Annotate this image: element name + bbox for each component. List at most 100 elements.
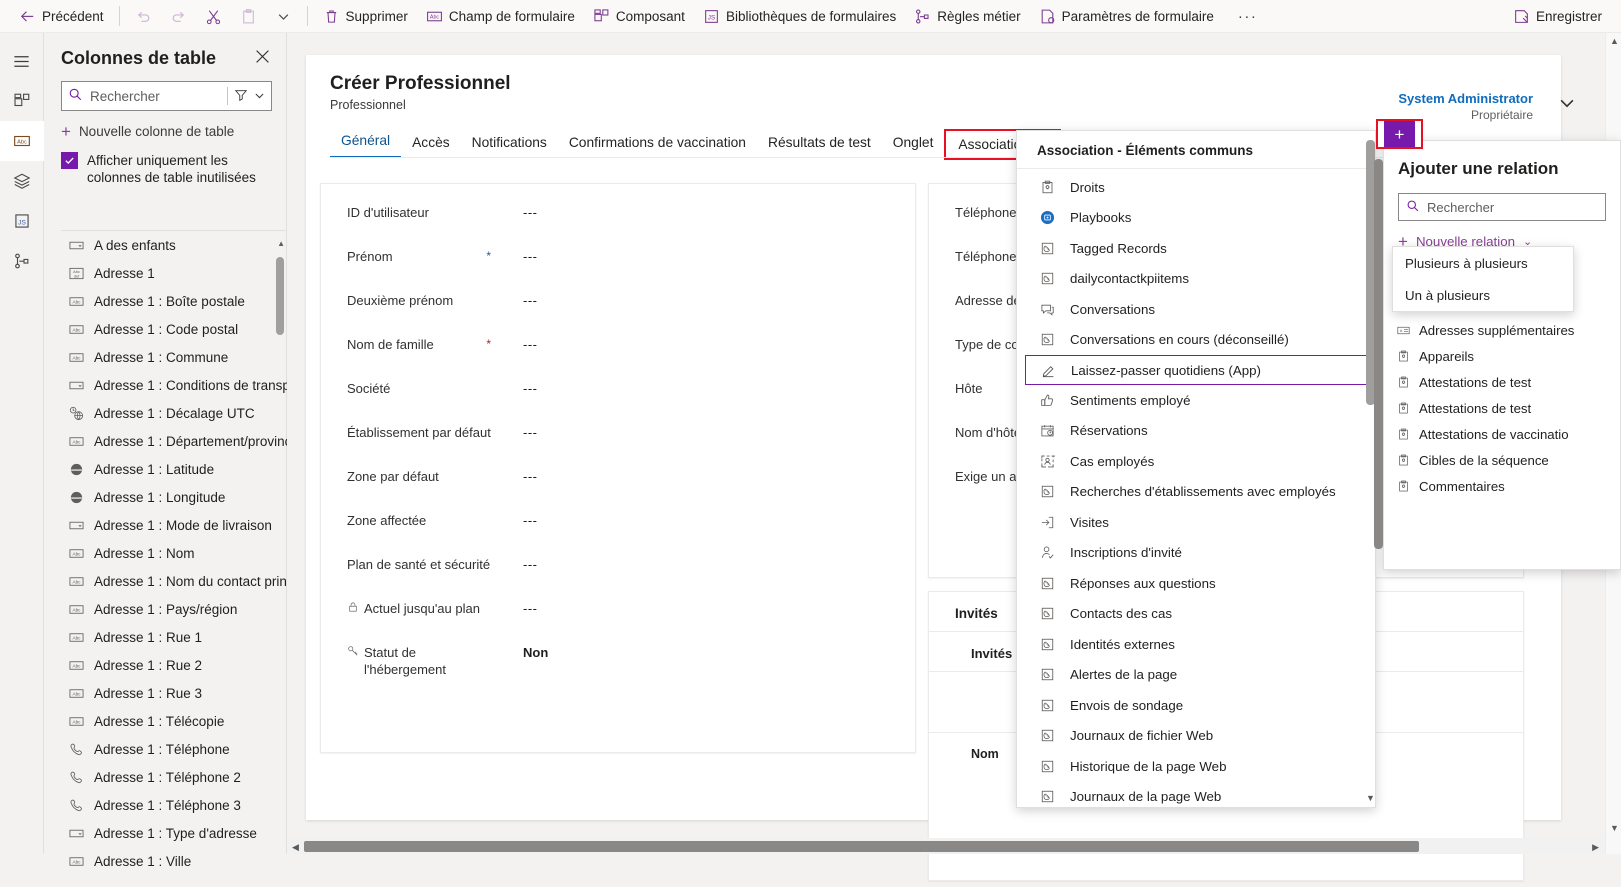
association-item[interactable]: Réponses aux questions bbox=[1017, 568, 1375, 599]
association-item[interactable]: Conversations en cours (déconseillé) bbox=[1017, 325, 1375, 356]
form-field-row[interactable]: Société --- bbox=[321, 378, 915, 422]
redo-button[interactable] bbox=[161, 0, 196, 32]
table-column-item[interactable]: Abc Adresse 1 : Nom du contact princ... bbox=[61, 567, 287, 595]
paste-button[interactable] bbox=[231, 0, 266, 32]
table-column-item[interactable]: Abc Adresse 1 : Ville bbox=[61, 847, 287, 875]
new-relation-menu[interactable]: Plusieurs à plusieurs Un à plusieurs bbox=[1392, 246, 1574, 312]
association-item[interactable]: Visites bbox=[1017, 507, 1375, 538]
script-icon[interactable]: JS bbox=[0, 201, 44, 241]
form-field-row[interactable]: Actuel jusqu'au plan --- bbox=[321, 598, 915, 642]
back-button[interactable]: Précédent bbox=[10, 0, 113, 32]
table-column-item[interactable]: Adresse 1 : Conditions de transport bbox=[61, 371, 287, 399]
add-relation-button[interactable]: + bbox=[1376, 119, 1423, 149]
filter-chevron-down-icon[interactable] bbox=[254, 89, 265, 104]
table-column-item[interactable]: Abc Adresse 1 : Département/province bbox=[61, 427, 287, 455]
form-field-row[interactable]: Statut de l'hébergement Non bbox=[321, 642, 915, 686]
business-rules-button[interactable]: Règles métier bbox=[905, 0, 1029, 32]
relation-item[interactable]: Attestations de test bbox=[1384, 369, 1620, 395]
business-rules-icon[interactable] bbox=[0, 241, 44, 281]
association-item[interactable]: Conversations bbox=[1017, 294, 1375, 325]
association-item[interactable]: Recherches d'établissements avec employé… bbox=[1017, 477, 1375, 508]
table-column-item[interactable]: Abc Adresse 1 : Pays/région bbox=[61, 595, 287, 623]
columns-scrollbar[interactable] bbox=[276, 239, 284, 879]
relation-item[interactable]: A Adresses supplémentaires bbox=[1384, 317, 1620, 343]
table-column-item[interactable]: Adresse 1 : Téléphone 2 bbox=[61, 763, 287, 791]
scroll-up-arrow-icon[interactable]: ▲ bbox=[1610, 36, 1619, 46]
relation-item[interactable]: Commentaires bbox=[1384, 473, 1620, 499]
table-column-item[interactable]: Adresse 1 : Décalage UTC bbox=[61, 399, 287, 427]
overflow-button[interactable]: ··· bbox=[1223, 0, 1273, 32]
form-field-row[interactable]: Deuxième prénom --- bbox=[321, 290, 915, 334]
association-item[interactable]: Identités externes bbox=[1017, 629, 1375, 660]
scrollbar-thumb[interactable] bbox=[304, 841, 1419, 852]
table-column-item[interactable]: Adresse 1 : Type d'adresse bbox=[61, 819, 287, 847]
form-field-row[interactable]: Plan de santé et sécurité --- bbox=[321, 554, 915, 598]
association-item[interactable]: Inscriptions d'invité bbox=[1017, 538, 1375, 569]
table-column-item[interactable]: Adresse 1 : Téléphone 3 bbox=[61, 791, 287, 819]
relation-panel-scrollbar[interactable] bbox=[1374, 151, 1383, 575]
checkbox-checked-icon[interactable] bbox=[61, 152, 78, 169]
table-column-item[interactable]: Adresse 1 : Longitude bbox=[61, 483, 287, 511]
relation-item[interactable]: Attestations de test bbox=[1384, 395, 1620, 421]
association-item[interactable]: Réservations bbox=[1017, 416, 1375, 447]
form-field-row[interactable]: Zone affectée --- bbox=[321, 510, 915, 554]
canvas-horizontal-scrollbar[interactable]: ◀ ▶ bbox=[288, 838, 1605, 854]
association-item[interactable]: dailycontactkpiitems bbox=[1017, 264, 1375, 295]
table-columns-list[interactable]: A des enfants Abc def Adresse 1 Abc Adresse 1… bbox=[61, 230, 287, 887]
table-column-item[interactable]: Adresse 1 : Latitude bbox=[61, 455, 287, 483]
tab-g-n-ral[interactable]: Général bbox=[330, 133, 402, 158]
table-column-item[interactable]: Abc Adresse 1 : Rue 2 bbox=[61, 651, 287, 679]
table-column-item[interactable]: Adresse 1 : Mode de livraison bbox=[61, 511, 287, 539]
chevron-down-icon[interactable] bbox=[1559, 95, 1575, 114]
new-table-column-button[interactable]: + Nouvelle colonne de table bbox=[61, 123, 272, 140]
cut-button[interactable] bbox=[196, 0, 231, 32]
filter-icon[interactable] bbox=[234, 88, 248, 105]
components-icon[interactable] bbox=[0, 81, 44, 121]
association-item[interactable]: Sentiments employé bbox=[1017, 385, 1375, 416]
association-item[interactable]: Droits bbox=[1017, 172, 1375, 203]
paste-options-button[interactable] bbox=[266, 0, 301, 32]
scroll-right-arrow-icon[interactable]: ▶ bbox=[1592, 842, 1599, 853]
relation-item[interactable]: Attestations de vaccinatio bbox=[1384, 421, 1620, 447]
layers-icon[interactable] bbox=[0, 161, 44, 201]
table-column-item[interactable]: Abc Adresse 1 : Commune bbox=[61, 343, 287, 371]
association-item[interactable]: Laissez-passer quotidiens (App) bbox=[1025, 355, 1367, 385]
owner-name[interactable]: System Administrator bbox=[1398, 91, 1533, 106]
table-column-item[interactable]: Abc Adresse 1 : Boîte postale bbox=[61, 287, 287, 315]
association-item[interactable]: Cas employés bbox=[1017, 446, 1375, 477]
table-columns-icon[interactable]: Abc bbox=[0, 121, 44, 161]
tab-confirmations-de-vaccination[interactable]: Confirmations de vaccination bbox=[558, 135, 757, 158]
table-column-item[interactable]: Abc Adresse 1 : Rue 1 bbox=[61, 623, 287, 651]
flyout-scroll-down-arrow-icon[interactable]: ▼ bbox=[1366, 793, 1375, 803]
relation-search-input[interactable]: Rechercher bbox=[1398, 193, 1606, 221]
tab-r-sultats-de-test[interactable]: Résultats de test bbox=[757, 135, 882, 158]
association-items-list[interactable]: Droits Playbooks Tagged Records dailycontac… bbox=[1017, 172, 1375, 807]
table-column-item[interactable]: A des enfants bbox=[61, 231, 287, 259]
table-column-item[interactable]: Abc Adresse 1 : Code postal bbox=[61, 315, 287, 343]
table-column-item[interactable]: Abc def Adresse 1 bbox=[61, 259, 287, 287]
form-field-row[interactable]: Établissement par défaut --- bbox=[321, 422, 915, 466]
component-button[interactable]: Composant bbox=[584, 0, 694, 32]
table-column-item[interactable]: Abc Adresse 1 : Télécopie bbox=[61, 707, 287, 735]
scrollbar-thumb[interactable] bbox=[1374, 159, 1383, 549]
save-button[interactable]: Enregistrer bbox=[1504, 0, 1611, 32]
search-input[interactable]: Rechercher bbox=[61, 81, 272, 111]
close-icon[interactable] bbox=[253, 47, 272, 69]
association-item[interactable]: Alertes de la page bbox=[1017, 660, 1375, 691]
association-item[interactable]: Tagged Records bbox=[1017, 233, 1375, 264]
association-item[interactable]: Historique de la page Web bbox=[1017, 751, 1375, 782]
form-field-row[interactable]: Prénom * --- bbox=[321, 246, 915, 290]
form-settings-button[interactable]: Paramètres de formulaire bbox=[1030, 0, 1223, 32]
scroll-left-arrow-icon[interactable]: ◀ bbox=[292, 842, 299, 853]
relation-item[interactable]: Cibles de la séquence bbox=[1384, 447, 1620, 473]
form-field-row[interactable]: ID d'utilisateur --- bbox=[321, 202, 915, 246]
association-item[interactable]: Contacts des cas bbox=[1017, 599, 1375, 630]
tab-acc-s[interactable]: Accès bbox=[401, 135, 461, 158]
association-item[interactable]: Playbooks bbox=[1017, 203, 1375, 234]
scroll-up-arrow-icon[interactable]: ▲ bbox=[277, 239, 285, 248]
association-item[interactable]: Envois de sondage bbox=[1017, 690, 1375, 721]
tab-notifications[interactable]: Notifications bbox=[461, 135, 558, 158]
undo-button[interactable] bbox=[126, 0, 161, 32]
show-unused-checkbox-row[interactable]: Afficher uniquement les colonnes de tabl… bbox=[61, 152, 272, 186]
relation-items-list[interactable]: Administration de médicaAAdresses supplé… bbox=[1384, 291, 1620, 569]
